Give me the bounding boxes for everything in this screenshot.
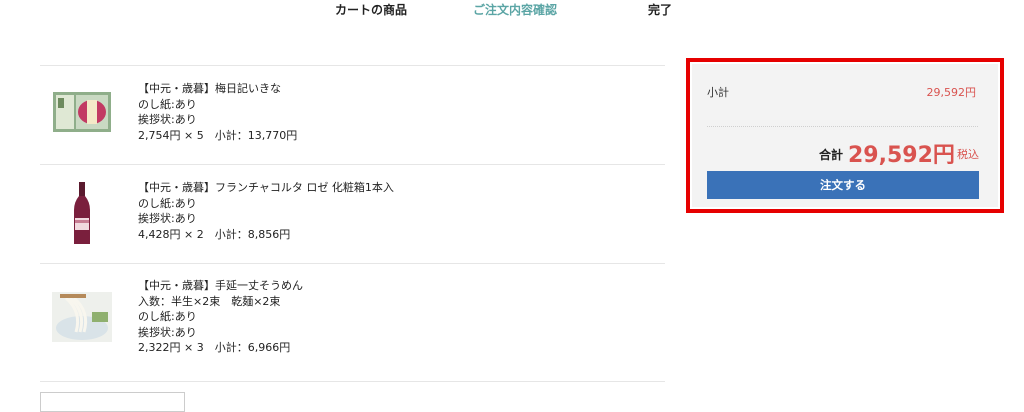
item-noshi: のし紙:あり [138, 310, 197, 323]
item-price: 2,754円 × 5 [138, 128, 204, 142]
summary-divider [707, 126, 978, 127]
subtotal-value: 29,592円 [926, 86, 977, 99]
cart-item: 【中元・歳暮】手延一丈そうめん 入数：半生×2束 乾麺×2束 のし紙:あり 挨拶… [40, 263, 665, 382]
item-subtotal: 小計：13,770円 [214, 128, 298, 142]
item-price: 2,322円 × 3 [138, 341, 204, 354]
order-summary: 小計 29,592円 合計 29,592円 税込 注文する [692, 64, 998, 207]
item-quantity: 入数：半生×2束 乾麺×2束 [138, 294, 281, 308]
tax-included-label: 税込 [957, 148, 979, 161]
total-label: 合計 [819, 148, 844, 162]
item-name: 【中元・歳暮】フランチャコルタ ロゼ 化粧箱1本入 [138, 181, 394, 194]
subtotal-label: 小計 [707, 86, 729, 99]
item-subtotal: 小計：6,966円 [214, 341, 291, 354]
step-complete: 完了 [648, 3, 673, 17]
item-noshi: のし紙:あり [138, 97, 197, 111]
item-greeting: 挨拶状:あり [138, 212, 197, 225]
item-noshi: のし紙:あり [138, 196, 197, 210]
item-greeting: 挨拶状:あり [138, 113, 197, 126]
total-value: 29,592円 [848, 143, 955, 168]
item-subtotal: 小計：8,856円 [214, 227, 291, 241]
item-info: 【中元・歳暮】梅日記いきな のし紙:あり 挨拶状:あり 2,754円 × 5 小… [138, 81, 297, 143]
item-info: 【中元・歳暮】フランチャコルタ ロゼ 化粧箱1本入 のし紙:あり 挨拶状:あり … [138, 180, 394, 242]
back-button[interactable] [40, 392, 185, 412]
place-order-button[interactable]: 注文する [707, 171, 979, 199]
cart-item: 【中元・歳暮】フランチャコルタ ロゼ 化粧箱1本入 のし紙:あり 挨拶状:あり … [40, 164, 665, 263]
product-image-somen [52, 292, 112, 342]
item-name: 【中元・歳暮】手延一丈そうめん [138, 279, 303, 292]
step-confirm: ご注文内容確認 [473, 3, 558, 17]
item-info: 【中元・歳暮】手延一丈そうめん 入数：半生×2束 乾麺×2束 のし紙:あり 挨拶… [138, 278, 303, 356]
item-name: 【中元・歳暮】梅日記いきな [138, 82, 281, 95]
checkout-steps: カートの商品 ご注文内容確認 完了 [0, 0, 1024, 20]
cart-item: 【中元・歳暮】梅日記いきな のし紙:あり 挨拶状:あり 2,754円 × 5 小… [40, 65, 665, 164]
product-image-wine [52, 182, 112, 244]
item-greeting: 挨拶状:あり [138, 325, 197, 339]
step-cart: カートの商品 [335, 3, 408, 17]
product-image-umeboshi [52, 86, 112, 136]
cart-item-list: 【中元・歳暮】梅日記いきな のし紙:あり 挨拶状:あり 2,754円 × 5 小… [40, 65, 665, 382]
item-price: 4,428円 × 2 [138, 227, 204, 241]
order-summary-highlight: 小計 29,592円 合計 29,592円 税込 注文する [686, 58, 1004, 213]
